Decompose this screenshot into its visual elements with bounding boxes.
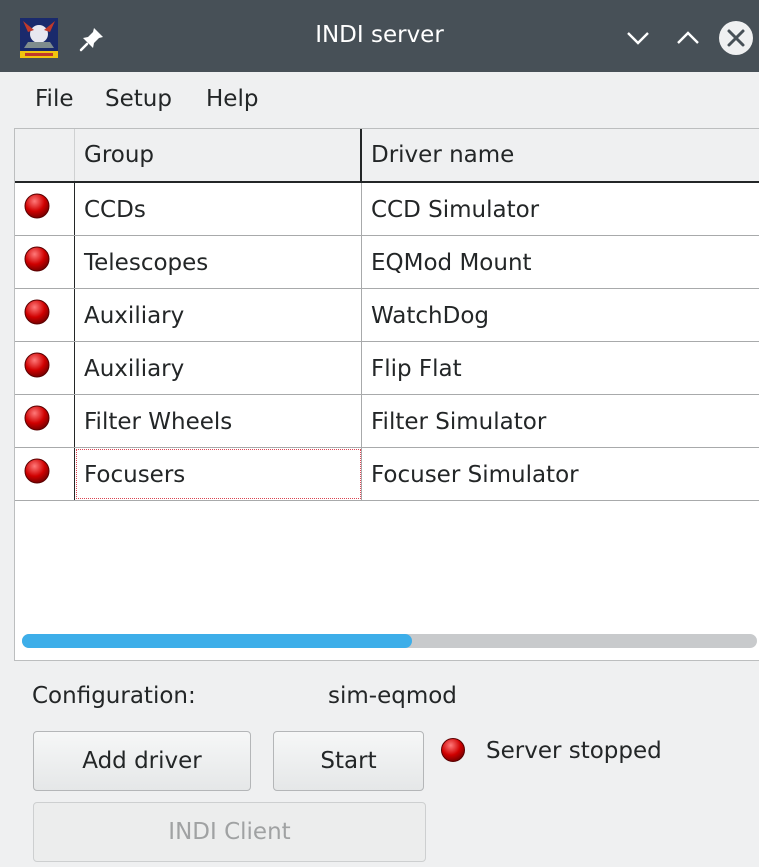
server-status-text: Server stopped	[486, 738, 662, 764]
group-cell: Auxiliary	[75, 342, 362, 394]
driver-name-cell: EQMod Mount	[371, 250, 532, 276]
close-icon[interactable]	[717, 19, 755, 57]
status-led-red-icon	[24, 405, 50, 431]
status-cell	[15, 342, 75, 394]
column-header-group[interactable]: Group	[75, 129, 362, 181]
status-led-red-icon	[24, 352, 50, 378]
status-cell	[15, 448, 75, 500]
table-row[interactable]: Auxiliary WatchDog	[15, 289, 759, 342]
add-driver-button[interactable]: Add driver	[33, 731, 251, 791]
table-body: CCDs CCD Simulator Telescopes EQMod Moun…	[15, 183, 759, 501]
menu-help[interactable]: Help	[206, 86, 258, 112]
scrollbar-thumb[interactable]	[22, 634, 412, 648]
group-cell: Focusers	[75, 448, 362, 500]
group-cell: Auxiliary	[75, 289, 362, 341]
table-header: Group Driver name	[15, 129, 759, 183]
menu-file[interactable]: File	[35, 86, 74, 112]
table-row[interactable]: Filter Wheels Filter Simulator	[15, 395, 759, 448]
status-led-red-icon	[24, 193, 50, 219]
column-header-status[interactable]	[15, 129, 75, 181]
group-cell: Telescopes	[75, 236, 362, 288]
table-row[interactable]: Telescopes EQMod Mount	[15, 236, 759, 289]
status-cell	[15, 289, 75, 341]
horizontal-scrollbar[interactable]	[22, 634, 757, 648]
indi-client-button[interactable]: INDI Client	[33, 802, 426, 862]
start-button[interactable]: Start	[273, 731, 424, 791]
driver-name-cell: Focuser Simulator	[371, 462, 579, 488]
title-bar: INDI server	[0, 0, 759, 72]
driver-name-cell: Filter Simulator	[371, 409, 547, 435]
status-led-red-icon	[24, 299, 50, 325]
group-cell: Filter Wheels	[75, 395, 362, 447]
group-cell: CCDs	[75, 183, 362, 235]
table-row[interactable]: Auxiliary Flip Flat	[15, 342, 759, 395]
driver-name-cell: WatchDog	[371, 303, 489, 329]
configuration-label: Configuration:	[32, 683, 196, 709]
driver-name-cell: Flip Flat	[371, 356, 462, 382]
server-status-led-icon	[441, 738, 465, 762]
status-led-red-icon	[24, 458, 50, 484]
status-cell	[15, 236, 75, 288]
window-body: File Setup Help Group Driver name CCDs C…	[0, 72, 759, 867]
menu-bar: File Setup Help	[0, 72, 759, 128]
column-header-driver-name[interactable]: Driver name	[362, 129, 759, 181]
status-led-red-icon	[24, 246, 50, 272]
driver-name-cell: CCD Simulator	[371, 197, 540, 223]
status-cell	[15, 395, 75, 447]
table-row-focused[interactable]: Focusers Focuser Simulator	[15, 448, 759, 501]
chevron-up-icon[interactable]	[672, 22, 704, 54]
menu-setup[interactable]: Setup	[105, 86, 172, 112]
driver-table: Group Driver name CCDs CCD Simulator Tel…	[14, 128, 759, 661]
status-cell	[15, 183, 75, 235]
configuration-value: sim-eqmod	[328, 683, 457, 709]
table-row[interactable]: CCDs CCD Simulator	[15, 183, 759, 236]
chevron-down-icon[interactable]	[622, 22, 654, 54]
